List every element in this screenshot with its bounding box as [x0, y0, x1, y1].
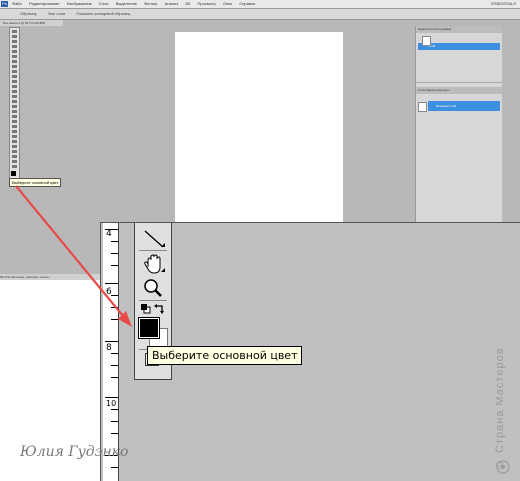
ruler-number: 6 — [106, 287, 112, 297]
sample-select[interactable]: Все слои — [48, 9, 65, 19]
menu-item-edit[interactable]: Редактирование — [29, 0, 59, 8]
document-canvas[interactable] — [175, 32, 343, 232]
sample-label: Образец: — [20, 11, 38, 16]
menu-item-help[interactable]: Справка — [239, 0, 255, 8]
menu-bar: Ps Файл Редактирование Изображение Слои … — [0, 0, 520, 9]
hand-tool-icon[interactable] — [139, 253, 167, 275]
menu-item-3d[interactable]: 3D — [185, 0, 190, 8]
vertical-ruler: 4 6 8 10 — [103, 223, 119, 481]
menu-item-image[interactable]: Изображение — [67, 0, 92, 8]
document-tab[interactable]: Без имени-1 @ 66,7% (RGB/8) — [0, 20, 63, 26]
ps-logo: Ps — [1, 1, 8, 7]
layer-row-background[interactable]: Фоновый слой — [428, 101, 500, 111]
tooltip-foreground-color: Выберите основной цвет — [147, 346, 303, 365]
menu-item-file[interactable]: Файл — [12, 0, 22, 8]
author-signature: Юлия Гудэнко — [20, 444, 129, 460]
ruler-number: 10 — [106, 399, 117, 408]
status-bar: 66,67% Экспонир. работает только... — [0, 274, 100, 280]
watermark-icon — [496, 460, 510, 474]
options-bar: Образец: Все слои Показать кольцевой обр… — [0, 9, 520, 20]
swap-colors-icon[interactable] — [153, 302, 167, 316]
menu-item-window[interactable]: Окно — [223, 0, 232, 8]
zoom-tool-icon[interactable] — [139, 277, 167, 299]
menu-item-layers[interactable]: Слои — [99, 0, 109, 8]
menu-item-analysis[interactable]: Анализ — [165, 0, 179, 8]
layer-thumbnail — [418, 102, 427, 112]
line-tool-icon[interactable] — [139, 227, 167, 249]
navigator-thumbnail — [422, 36, 431, 46]
foreground-color-swatch[interactable] — [138, 317, 160, 339]
watermark-text: © Страна Мастеров — [494, 347, 506, 470]
layers-tabs[interactable]: Слои Каналы Контуры — [416, 87, 502, 94]
navigator-tabs[interactable]: Навигатор Гистограмма — [416, 26, 502, 33]
tools-panel-small — [9, 27, 20, 181]
workspace-switcher[interactable]: ESSENTIALS — [491, 0, 516, 8]
ruler-number: 8 — [106, 343, 112, 353]
ruler-number: 4 — [106, 229, 112, 239]
menu-item-select[interactable]: Выделение — [116, 0, 137, 8]
tooltip-small: Выберите основной цвет — [9, 178, 62, 187]
show-ring-checkbox[interactable]: Показать кольцевой образец — [76, 9, 130, 19]
menu-item-view[interactable]: Просмотр — [198, 0, 216, 8]
navigator-panel: Навигатор Гистограмма Слой — [416, 26, 502, 83]
menu-item-filter[interactable]: Фильтр — [144, 0, 157, 8]
foreground-color-swatch-small[interactable] — [11, 171, 16, 176]
